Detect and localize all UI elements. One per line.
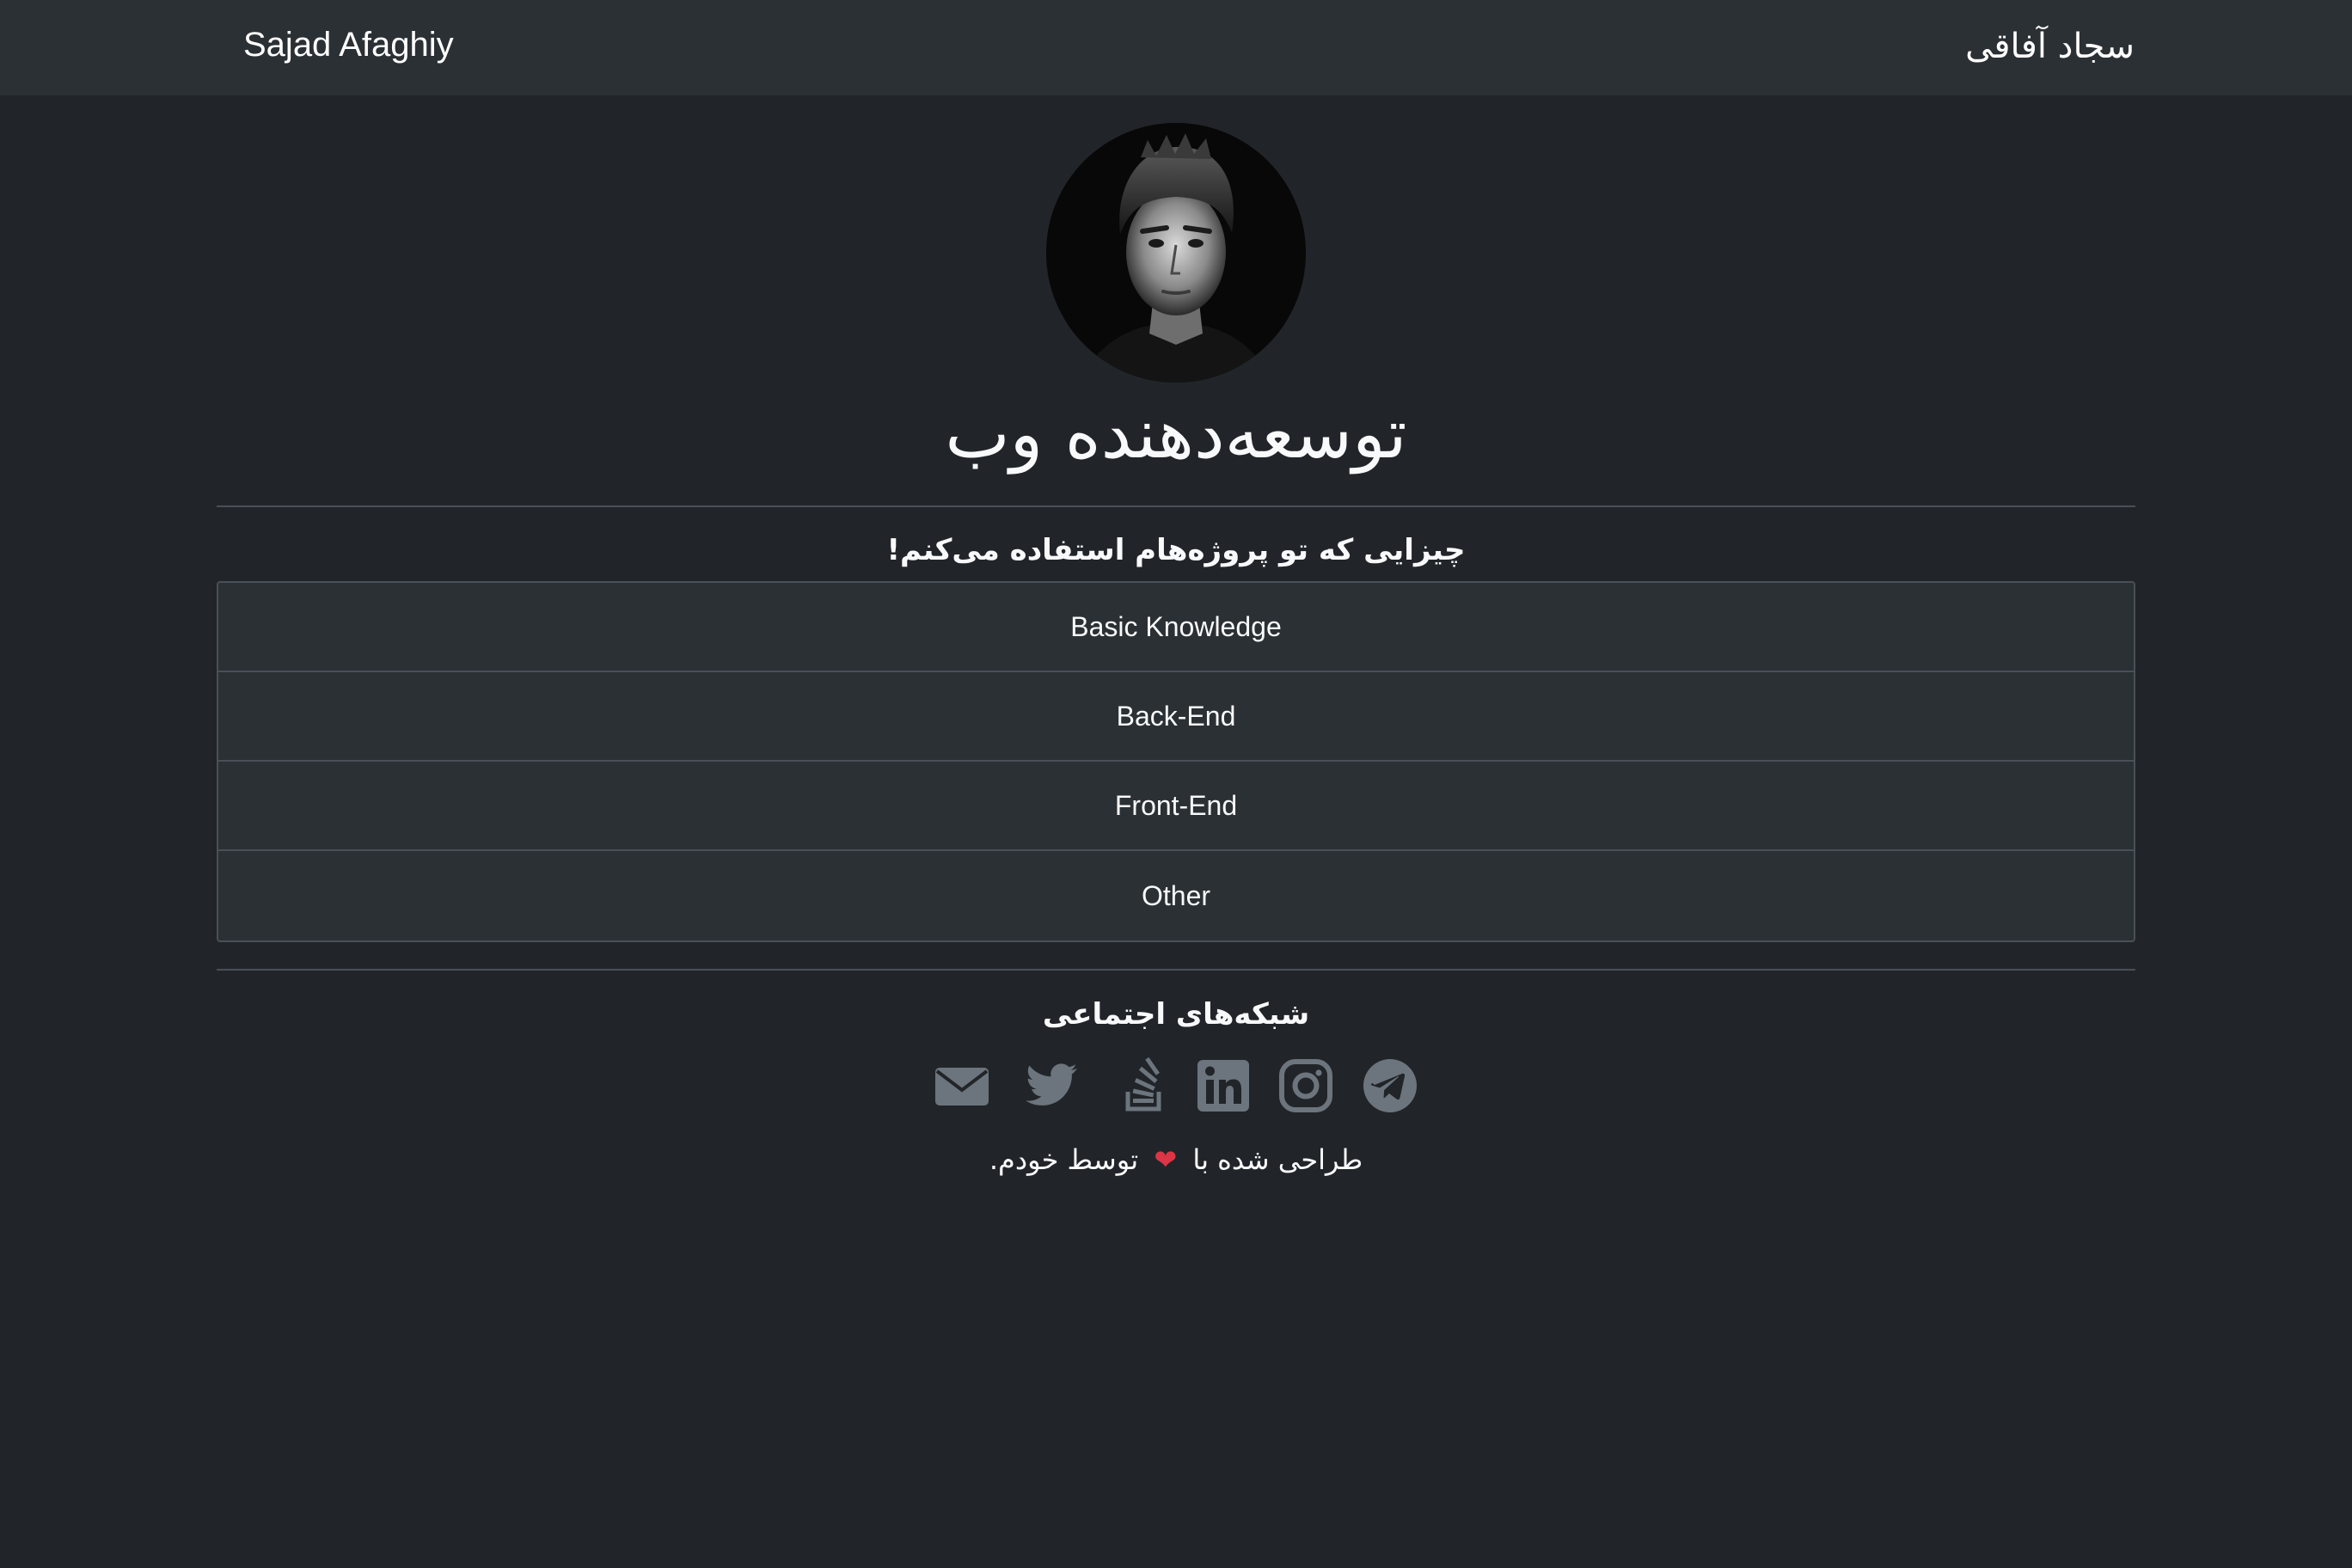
email-icon	[935, 1068, 989, 1106]
list-item-back-end[interactable]: Back-End	[218, 672, 2134, 762]
twitter-link[interactable]	[1025, 1057, 1081, 1114]
list-item-front-end[interactable]: Front-End	[218, 762, 2134, 851]
instagram-link[interactable]	[1277, 1057, 1334, 1114]
linkedin-icon	[1197, 1060, 1249, 1112]
brand-persian-link[interactable]: سجاد آفاقی	[1965, 22, 2135, 70]
social-links	[934, 1057, 1418, 1118]
profile-photo-icon	[1046, 123, 1306, 383]
stackoverflow-link[interactable]	[1116, 1057, 1173, 1114]
divider	[217, 505, 2135, 507]
footer-after: توسط خودم.	[989, 1143, 1139, 1176]
tools-heading: چیزایی که تو پروژه‌هام استفاده می‌کنم!	[886, 533, 1466, 567]
footer-before: طراحی شده با	[1192, 1143, 1363, 1176]
tools-list: Basic Knowledge Back-End Front-End Other	[217, 581, 2135, 942]
brand-english-link[interactable]: Sajad Afaghiy	[243, 22, 454, 67]
footer-text: طراحی شده با ❤ توسط خودم.	[0, 1139, 2352, 1180]
avatar	[1046, 123, 1306, 383]
instagram-icon	[1279, 1059, 1332, 1112]
divider	[217, 969, 2135, 971]
page-title: توسعه‌دهنده وب	[945, 394, 1407, 474]
list-item-basic-knowledge[interactable]: Basic Knowledge	[218, 583, 2134, 672]
list-item-other[interactable]: Other	[218, 851, 2134, 940]
telegram-link[interactable]	[1362, 1057, 1418, 1114]
linkedin-link[interactable]	[1195, 1057, 1252, 1114]
stackoverflow-icon	[1125, 1057, 1161, 1112]
social-heading: شبکه‌های اجتماعی	[1042, 997, 1310, 1032]
navbar: Sajad Afaghiy سجاد آفاقی	[0, 0, 2352, 95]
heart-icon: ❤	[1154, 1143, 1178, 1176]
telegram-icon	[1363, 1059, 1417, 1112]
twitter-icon	[1026, 1063, 1078, 1106]
email-link[interactable]	[934, 1057, 990, 1114]
